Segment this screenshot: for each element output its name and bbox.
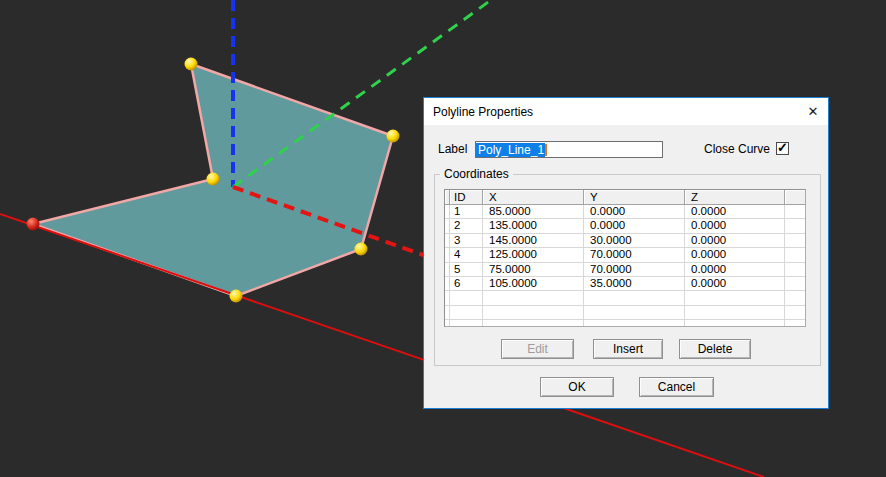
row-filler-cell [785,263,805,277]
table-row-empty[interactable] [445,306,805,320]
table-row[interactable]: 6105.000035.00000.0000 [445,277,805,291]
edit-button[interactable]: Edit [501,339,574,359]
label-field-label: Label [438,141,467,158]
close-button[interactable]: ✕ [804,103,822,121]
cell-id[interactable] [450,320,483,327]
cancel-button[interactable]: Cancel [639,377,714,397]
cell-id[interactable]: 1 [450,205,483,219]
cell-id[interactable]: 5 [450,263,483,277]
table-row[interactable]: 2135.00000.00000.0000 [445,219,805,233]
column-header-filler [785,190,805,205]
cell-z[interactable]: 0.0000 [685,234,785,248]
row-filler-cell [785,320,805,327]
cell-z[interactable] [685,320,785,327]
dialog-title-bar[interactable]: Polyline Properties ✕ [424,98,828,125]
cell-id[interactable]: 3 [450,234,483,248]
cell-x[interactable]: 145.0000 [483,234,584,248]
cell-id[interactable]: 6 [450,277,483,291]
cell-x[interactable]: 135.0000 [483,219,584,233]
cell-id[interactable] [450,306,483,320]
cell-z[interactable] [685,306,785,320]
table-header: IDXYZ [445,190,805,205]
row-filler-cell [785,306,805,320]
cell-y[interactable] [584,306,685,320]
table-row[interactable]: 575.000070.00000.0000 [445,263,805,277]
vertex-point-yellow[interactable] [387,130,400,143]
cell-y[interactable]: 0.0000 [584,205,685,219]
table-row-empty[interactable] [445,291,805,305]
table-row[interactable]: 3145.000030.00000.0000 [445,234,805,248]
ok-button[interactable]: OK [540,377,614,397]
coordinates-group-title: Coordinates [440,167,513,181]
cell-z[interactable]: 0.0000 [685,205,785,219]
polyline-properties-dialog: Polyline Properties ✕ Label Poly_Line_1 … [423,97,829,409]
cell-x[interactable]: 125.0000 [483,248,584,262]
checkmark-icon: ✓ [777,142,788,154]
vertex-point-yellow[interactable] [230,290,243,303]
cell-y[interactable]: 70.0000 [584,248,685,262]
table-row[interactable]: 185.00000.00000.0000 [445,205,805,219]
row-filler-cell [785,205,805,219]
cell-id[interactable]: 4 [450,248,483,262]
row-filler-cell [785,234,805,248]
table-row[interactable]: 4125.000070.00000.0000 [445,248,805,262]
close-icon: ✕ [808,104,819,119]
dialog-title: Polyline Properties [433,98,533,126]
column-header-z[interactable]: Z [685,190,785,205]
cell-z[interactable]: 0.0000 [685,219,785,233]
coordinates-table[interactable]: IDXYZ185.00000.00000.00002135.00000.0000… [444,189,806,327]
delete-button[interactable]: Delete [679,339,751,359]
vertex-point-yellow[interactable] [207,173,220,186]
column-header-id[interactable]: ID [450,190,483,205]
row-filler-cell [785,219,805,233]
table-row-empty[interactable] [445,320,805,327]
cell-x[interactable] [483,320,584,327]
label-input[interactable]: Poly_Line_1 [475,141,663,158]
column-header-x[interactable]: X [483,190,584,205]
text-caret [545,144,547,156]
cell-z[interactable]: 0.0000 [685,263,785,277]
cell-x[interactable]: 75.0000 [483,263,584,277]
column-header-y[interactable]: Y [584,190,685,205]
vertex-point-yellow[interactable] [355,243,368,256]
cell-y[interactable] [584,320,685,327]
row-filler-cell [785,277,805,291]
row-filler-cell [785,248,805,262]
cell-y[interactable]: 70.0000 [584,263,685,277]
cell-y[interactable]: 0.0000 [584,219,685,233]
cell-y[interactable] [584,291,685,305]
cell-z[interactable] [685,291,785,305]
insert-button[interactable]: Insert [593,339,663,359]
cell-y[interactable]: 30.0000 [584,234,685,248]
row-filler-cell [785,291,805,305]
close-curve-label: Close Curve [704,141,770,158]
cell-z[interactable]: 0.0000 [685,277,785,291]
close-curve-checkbox[interactable]: ✓ [776,142,789,155]
cell-id[interactable]: 2 [450,219,483,233]
cell-x[interactable] [483,306,584,320]
label-input-value: Poly_Line_1 [476,143,545,158]
cell-x[interactable] [483,291,584,305]
cell-z[interactable]: 0.0000 [685,248,785,262]
cell-y[interactable]: 35.0000 [584,277,685,291]
cell-x[interactable]: 85.0000 [483,205,584,219]
cell-id[interactable] [450,291,483,305]
vertex-point-yellow[interactable] [185,58,198,71]
vertex-point-red[interactable] [27,218,40,231]
cell-x[interactable]: 105.0000 [483,277,584,291]
